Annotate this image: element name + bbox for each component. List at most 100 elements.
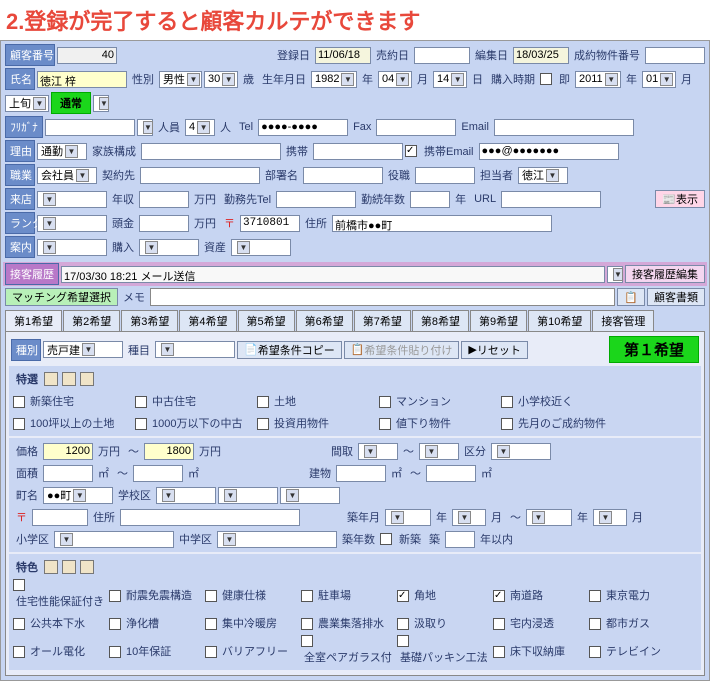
feature-checkbox[interactable] bbox=[379, 396, 391, 408]
tool-icon[interactable] bbox=[80, 372, 94, 386]
reason-select[interactable]: 通勤▼ bbox=[37, 143, 87, 160]
area-max[interactable] bbox=[133, 465, 183, 482]
feature-checkbox[interactable] bbox=[589, 618, 601, 630]
bday-day[interactable]: 14▼ bbox=[433, 71, 467, 88]
email-field[interactable] bbox=[494, 119, 634, 136]
job-select[interactable]: 会社員▼ bbox=[37, 167, 97, 184]
furigana-dd[interactable]: ▼ bbox=[137, 119, 153, 136]
feature-checkbox[interactable] bbox=[205, 590, 217, 602]
feature-checkbox[interactable] bbox=[109, 590, 121, 602]
zip-field[interactable]: 3710801 bbox=[240, 215, 300, 232]
contractno-field[interactable] bbox=[645, 47, 705, 64]
area-min[interactable] bbox=[43, 465, 93, 482]
family-field[interactable] bbox=[141, 143, 281, 160]
copy-button[interactable]: 📄 希望条件コピー bbox=[237, 341, 342, 359]
school-select3[interactable]: ▼ bbox=[280, 487, 340, 504]
type-select[interactable]: 売戸建▼ bbox=[43, 341, 123, 358]
layout-max[interactable]: ▼ bbox=[419, 443, 459, 460]
bmonth-select[interactable]: ▼ bbox=[452, 509, 486, 526]
addr-field[interactable]: 前橋市●●町 bbox=[332, 215, 552, 232]
feature-checkbox[interactable] bbox=[301, 635, 313, 647]
feature-checkbox[interactable] bbox=[205, 618, 217, 630]
feature-checkbox[interactable] bbox=[501, 418, 513, 430]
feature-checkbox[interactable] bbox=[589, 590, 601, 602]
history-edit-button[interactable]: 接客履歴編集 bbox=[625, 265, 705, 283]
furigana-field[interactable] bbox=[45, 119, 135, 136]
bldg-max[interactable] bbox=[426, 465, 476, 482]
price-min[interactable]: 1200 bbox=[43, 443, 93, 460]
visit-select[interactable]: ▼ bbox=[37, 191, 107, 208]
status-select[interactable]: ▼ bbox=[93, 95, 109, 112]
price-max[interactable]: 1800 bbox=[144, 443, 194, 460]
history-dd[interactable]: ▼ bbox=[607, 266, 623, 283]
tab-wish-2[interactable]: 第2希望 bbox=[63, 310, 120, 331]
feature-checkbox[interactable] bbox=[397, 590, 409, 602]
layout-min[interactable]: ▼ bbox=[358, 443, 398, 460]
staff-select[interactable]: 徳江▼ bbox=[518, 167, 568, 184]
tab-wish-3[interactable]: 第3希望 bbox=[121, 310, 178, 331]
kubun-select[interactable]: ▼ bbox=[491, 443, 551, 460]
work-field[interactable] bbox=[140, 167, 260, 184]
tab-wish-9[interactable]: 第9希望 bbox=[470, 310, 527, 331]
feature-checkbox[interactable] bbox=[13, 646, 25, 658]
byear-select[interactable]: ▼ bbox=[385, 509, 431, 526]
tool-icon[interactable] bbox=[44, 560, 58, 574]
tool-icon[interactable] bbox=[62, 372, 76, 386]
town-select[interactable]: ●●町▼ bbox=[43, 487, 113, 504]
asset-select[interactable]: ▼ bbox=[231, 239, 291, 256]
reset-button[interactable]: ▶ リセット bbox=[461, 341, 527, 359]
age-select[interactable]: 30▼ bbox=[204, 71, 238, 88]
tab-wish-4[interactable]: 第4希望 bbox=[179, 310, 236, 331]
feature-checkbox[interactable] bbox=[109, 618, 121, 630]
feature-checkbox[interactable] bbox=[13, 618, 25, 630]
docs-button[interactable]: 顧客書類 bbox=[647, 288, 705, 306]
zip2-field[interactable] bbox=[32, 509, 88, 526]
show-button[interactable]: 📰表示 bbox=[655, 190, 705, 208]
feature-checkbox[interactable] bbox=[301, 590, 313, 602]
buy-select[interactable]: ▼ bbox=[139, 239, 199, 256]
memail-checkbox[interactable] bbox=[405, 145, 417, 157]
wtel-field[interactable] bbox=[276, 191, 356, 208]
byear-select2[interactable]: ▼ bbox=[526, 509, 572, 526]
feature-checkbox[interactable] bbox=[135, 396, 147, 408]
pos-field[interactable] bbox=[415, 167, 475, 184]
feature-checkbox[interactable] bbox=[257, 418, 269, 430]
sex-select[interactable]: 男性▼ bbox=[159, 71, 202, 88]
school-select[interactable]: ▼ bbox=[156, 487, 216, 504]
byrs-field[interactable] bbox=[445, 531, 475, 548]
guide-select[interactable]: ▼ bbox=[37, 239, 107, 256]
wyrs-field[interactable] bbox=[410, 191, 450, 208]
bldg-min[interactable] bbox=[336, 465, 386, 482]
feature-checkbox[interactable] bbox=[257, 396, 269, 408]
memail-field[interactable]: ●●●@●●●●●●● bbox=[479, 143, 619, 160]
url-field[interactable] bbox=[501, 191, 601, 208]
addr2-field[interactable] bbox=[120, 509, 300, 526]
tool-icon[interactable] bbox=[44, 372, 58, 386]
feature-checkbox[interactable] bbox=[205, 646, 217, 658]
fax-field[interactable] bbox=[376, 119, 456, 136]
tab-wish-6[interactable]: 第6希望 bbox=[296, 310, 353, 331]
tool-icon[interactable] bbox=[80, 560, 94, 574]
item-select[interactable]: ▼ bbox=[155, 341, 235, 358]
closedate-field[interactable] bbox=[414, 47, 470, 64]
tool-icon[interactable] bbox=[62, 560, 76, 574]
feature-checkbox[interactable] bbox=[13, 579, 25, 591]
bday-month[interactable]: 04▼ bbox=[378, 71, 412, 88]
feature-checkbox[interactable] bbox=[493, 590, 505, 602]
buy-year[interactable]: 2011▼ bbox=[575, 71, 621, 88]
memo-icon-button[interactable]: 📋 bbox=[617, 288, 645, 306]
feature-checkbox[interactable] bbox=[379, 418, 391, 430]
feature-checkbox[interactable] bbox=[109, 646, 121, 658]
tab-wish-7[interactable]: 第7希望 bbox=[354, 310, 411, 331]
feature-checkbox[interactable] bbox=[301, 618, 313, 630]
tab-wish-1[interactable]: 第1希望 bbox=[5, 310, 62, 331]
feature-checkbox[interactable] bbox=[13, 396, 25, 408]
feature-checkbox[interactable] bbox=[397, 618, 409, 630]
bmonth-select2[interactable]: ▼ bbox=[593, 509, 627, 526]
school-select2[interactable]: ▼ bbox=[218, 487, 278, 504]
soku-checkbox[interactable] bbox=[540, 73, 552, 85]
tab-wish-11[interactable]: 接客管理 bbox=[592, 310, 654, 331]
tab-wish-5[interactable]: 第5希望 bbox=[238, 310, 295, 331]
income-field[interactable] bbox=[139, 191, 189, 208]
feature-checkbox[interactable] bbox=[135, 418, 147, 430]
